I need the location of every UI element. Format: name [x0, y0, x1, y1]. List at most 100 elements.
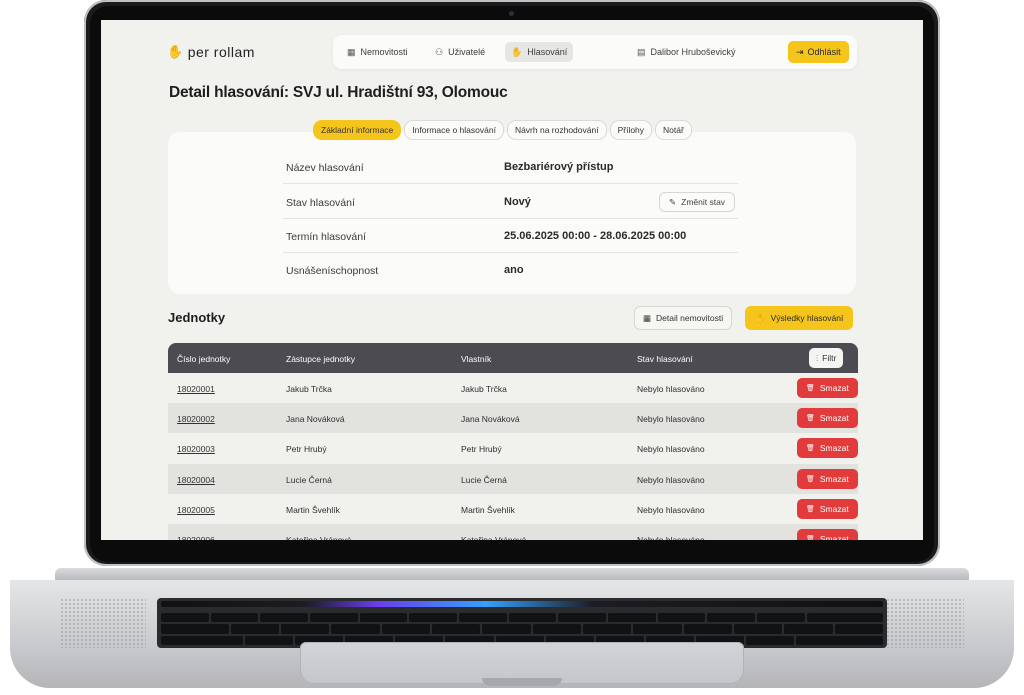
property-detail-button[interactable]: ▦ Detail nemovitosti: [634, 306, 733, 330]
laptop-base: [0, 560, 1024, 695]
vote-status-cell: Nebylo hlasováno: [637, 384, 705, 394]
delete-label: Smazat: [819, 473, 849, 484]
table-row: 18020005 Martin Švehlík Martin Švehlík Neby…: [168, 493, 858, 524]
column-header-representative[interactable]: Zástupce jednotky: [286, 354, 355, 364]
table-header: Číslo jednotky Zástupce jednotky Vlastní…: [168, 343, 858, 373]
delete-label: Smazat: [819, 413, 849, 424]
unit-number-link[interactable]: 18020005: [177, 505, 215, 515]
page-title: Detail hlasování: SVJ ul. Hradištní 93, …: [169, 84, 508, 101]
delete-button[interactable]: 🗑 Smazat: [797, 438, 858, 459]
table-row: 18020001 Jakub Trčka Jakub Trčka Nebylo hla…: [168, 373, 858, 404]
info-label: Název hlasování: [286, 162, 364, 174]
laptop-mockup: ✋ per rollam ▦ Nemovitosti ⚇ Uživatelé ✋…: [0, 0, 1024, 695]
delete-button[interactable]: 🗑 Smazat: [797, 528, 858, 540]
voting-results-button[interactable]: ✋ Výsledky hlasování: [745, 306, 854, 330]
units-title: Jednotky: [168, 310, 226, 325]
delete-button[interactable]: 🗑 Smazat: [797, 408, 858, 429]
delete-button[interactable]: 🗑 Smazat: [797, 378, 858, 398]
pencil-icon: ✎: [669, 196, 677, 207]
info-value: Nový: [504, 196, 531, 208]
delete-label: Smazat: [819, 443, 849, 454]
units-table: Číslo jednotky Zástupce jednotky Vlastní…: [168, 343, 858, 540]
owner-cell: Petr Hrubý: [461, 444, 502, 455]
vote-status-cell: Nebylo hlasováno: [637, 534, 705, 540]
table-row: 18020004 Lucie Černá Lucie Černá Nebylo hla…: [168, 463, 858, 494]
table-row: 18020003 Petr Hrubý Petr Hrubý Nebylo hlaso…: [168, 433, 858, 464]
owner-cell: Jakub Trčka: [461, 384, 507, 394]
user-card-icon: ▤: [637, 46, 646, 57]
speaker-grille-right: [878, 598, 964, 648]
tab-prilohy[interactable]: Přílohy: [609, 120, 653, 140]
vote-status-cell: Nebylo hlasováno: [637, 474, 705, 485]
trash-icon: 🗑: [806, 534, 815, 540]
info-label: Usnášeníschopnost: [286, 265, 379, 277]
nav-item-uzivatele[interactable]: ⚇ Uživatelé: [429, 42, 491, 62]
representative-cell: Martin Švehlík: [286, 504, 340, 515]
logo-text: per rollam: [187, 44, 255, 60]
user-name: Dalibor Hruboševický: [650, 47, 736, 57]
users-icon: ⚇: [435, 46, 444, 57]
nav-label: Nemovitosti: [360, 47, 408, 57]
representative-cell: Jakub Trčka: [286, 384, 332, 394]
info-value: Bezbariérový přístup: [504, 161, 614, 173]
nav-label: Uživatelé: [448, 47, 486, 57]
speaker-grille-left: [60, 598, 146, 648]
detail-tabs: Základní informace Informace o hlasování…: [313, 120, 692, 140]
logout-button[interactable]: ⇥ Odhlásit: [788, 41, 849, 63]
owner-cell: Lucie Černá: [461, 474, 507, 485]
filter-button[interactable]: ⫶ Filtr: [809, 348, 844, 368]
sliders-icon: ⫶: [816, 352, 819, 363]
delete-button[interactable]: 🗑 Smazat: [797, 498, 858, 519]
filter-label: Filtr: [822, 353, 837, 363]
logout-label: Odhlásit: [807, 47, 841, 57]
unit-number-link[interactable]: 18020006: [177, 535, 215, 540]
keyboard: [157, 598, 887, 648]
vote-status-cell: Nebylo hlasováno: [637, 444, 705, 455]
camera-icon: [509, 11, 514, 16]
user-profile[interactable]: ▤ Dalibor Hruboševický: [631, 42, 742, 62]
owner-cell: Jana Nováková: [461, 414, 520, 425]
delete-label: Smazat: [819, 503, 849, 514]
info-row-quorum: Usnášeníschopnost ano: [283, 253, 738, 287]
change-status-button[interactable]: ✎ Změnit stav: [659, 192, 736, 212]
column-header-status[interactable]: Stav hlasování: [637, 354, 693, 364]
tab-informace-o-hlasovani[interactable]: Informace o hlasování: [404, 120, 504, 140]
tab-zakladni-informace[interactable]: Základní informace: [313, 120, 402, 140]
info-row-term: Termín hlasování 25.06.2025 00:00 - 28.0…: [283, 219, 738, 253]
representative-cell: Kateřina Vránová: [286, 534, 352, 540]
delete-label: Smazat: [819, 383, 849, 393]
unit-number-link[interactable]: 18020003: [177, 444, 215, 454]
trash-icon: 🗑: [806, 504, 815, 513]
hand-icon: ✋: [755, 312, 766, 323]
logout-icon: ⇥: [796, 46, 804, 57]
unit-number-link[interactable]: 18020004: [177, 475, 215, 485]
delete-button[interactable]: 🗑 Smazat: [797, 468, 858, 489]
nav-item-nemovitosti[interactable]: ▦ Nemovitosti: [341, 42, 414, 62]
trash-icon: 🗑: [806, 444, 815, 453]
info-value: ano: [504, 264, 524, 276]
app-logo[interactable]: ✋ per rollam: [167, 44, 255, 60]
info-label: Termín hlasování: [286, 231, 366, 243]
unit-number-link[interactable]: 18020002: [177, 414, 215, 424]
unit-number-link[interactable]: 18020001: [177, 384, 215, 394]
info-row-status: Stav hlasování Nový ✎ Změnit stav: [283, 185, 738, 219]
touch-bar: [161, 601, 883, 607]
trash-icon: 🗑: [806, 414, 815, 423]
voting-results-label: Výsledky hlasování: [770, 313, 844, 323]
nav-label: Hlasování: [527, 47, 568, 57]
tab-navrh-na-rozhodovani[interactable]: Návrh na rozhodování: [506, 120, 607, 140]
info-label: Stav hlasování: [286, 197, 355, 209]
app-screen: ✋ per rollam ▦ Nemovitosti ⚇ Uživatelé ✋…: [101, 20, 923, 540]
vote-status-cell: Nebylo hlasováno: [637, 504, 705, 515]
hand-logo-icon: ✋: [167, 44, 184, 59]
property-detail-label: Detail nemovitosti: [656, 313, 724, 323]
representative-cell: Lucie Černá: [286, 474, 332, 485]
nav-item-hlasovani[interactable]: ✋ Hlasování: [505, 42, 574, 62]
table-body: 18020001 Jakub Trčka Jakub Trčka Nebylo hla…: [168, 373, 858, 540]
representative-cell: Petr Hrubý: [286, 444, 327, 455]
column-header-unit[interactable]: Číslo jednotky: [177, 354, 230, 364]
tab-notar[interactable]: Notář: [655, 120, 692, 140]
opening-notch: [482, 678, 562, 686]
table-row: 18020002 Jana Nováková Jana Nováková Nebylo…: [168, 403, 858, 434]
column-header-owner[interactable]: Vlastník: [461, 354, 491, 364]
